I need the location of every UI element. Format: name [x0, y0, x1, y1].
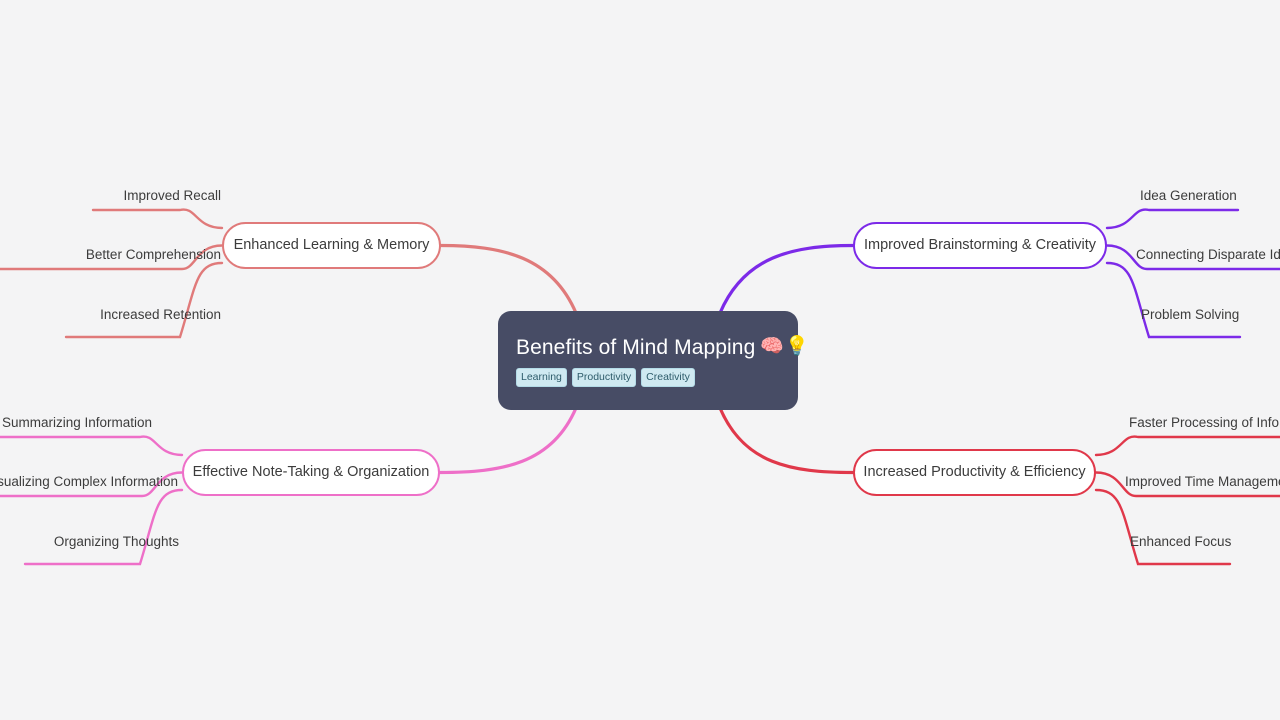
brain-lightbulb-icon: 🧠💡: [760, 335, 810, 357]
root-tag[interactable]: Creativity: [641, 367, 695, 388]
leaf-node-effective-note-taking-organization-1[interactable]: Visualizing Complex Information: [0, 470, 178, 488]
connector-line: [1105, 261, 1242, 339]
leaf-label: Improved Time Management: [1125, 473, 1280, 489]
mindmap-canvas: Benefits of Mind Mapping 🧠💡 Learning Produc…: [0, 0, 1280, 720]
connector-line: [1094, 488, 1232, 566]
leaf-node-enhanced-learning-memory-2[interactable]: Increased Retention: [68, 303, 221, 321]
connector-line: [1105, 208, 1240, 230]
leaf-node-improved-brainstorming-creativity-2[interactable]: Problem Solving: [1141, 303, 1280, 321]
branch-node-enhanced-learning-memory[interactable]: Enhanced Learning & Memory: [222, 222, 441, 269]
branch-label: Effective Note-Taking & Organization: [192, 464, 430, 481]
leaf-label: Summarizing Information: [1, 414, 152, 430]
branch-node-effective-note-taking-organization[interactable]: Effective Note-Taking & Organization: [182, 449, 440, 496]
leaf-node-enhanced-learning-memory-1[interactable]: Better Comprehension: [55, 243, 221, 261]
root-title-text: Benefits of Mind Mapping: [516, 335, 756, 359]
leaf-node-effective-note-taking-organization-2[interactable]: Organizing Thoughts: [27, 530, 179, 548]
connector-line: [0, 435, 184, 457]
connector-line: [718, 406, 855, 475]
leaf-label: Better Comprehension: [85, 246, 221, 262]
leaf-node-increased-productivity-efficiency-1[interactable]: Improved Time Management: [1125, 470, 1280, 488]
leaf-label: Problem Solving: [1141, 306, 1240, 322]
root-tag-list: Learning Productivity Creativity: [516, 367, 695, 388]
leaf-label: Visualizing Complex Information: [0, 473, 178, 489]
leaf-label: Connecting Disparate Ideas: [1136, 246, 1280, 262]
connector-line: [438, 406, 578, 475]
leaf-node-enhanced-learning-memory-0[interactable]: Improved Recall: [93, 184, 221, 202]
leaf-node-increased-productivity-efficiency-2[interactable]: Enhanced Focus: [1130, 530, 1280, 548]
leaf-node-improved-brainstorming-creativity-1[interactable]: Connecting Disparate Ideas: [1136, 243, 1280, 261]
leaf-label: Organizing Thoughts: [53, 533, 179, 549]
branch-label: Improved Brainstorming & Creativity: [863, 237, 1097, 254]
root-node[interactable]: Benefits of Mind Mapping 🧠💡 Learning Produc…: [498, 311, 809, 410]
leaf-label: Enhanced Focus: [1130, 533, 1232, 549]
leaf-node-improved-brainstorming-creativity-0[interactable]: Idea Generation: [1140, 184, 1280, 202]
connector-line: [23, 488, 184, 566]
leaf-label: Improved Recall: [123, 187, 221, 203]
leaf-label: Increased Retention: [100, 306, 221, 322]
connector-line: [439, 243, 578, 315]
leaf-node-effective-note-taking-organization-0[interactable]: Summarizing Information: [0, 411, 152, 429]
branch-label: Enhanced Learning & Memory: [233, 237, 430, 254]
connector-line: [91, 208, 224, 230]
leaf-label: Faster Processing of Information: [1129, 414, 1280, 430]
branch-label: Increased Productivity & Efficiency: [863, 464, 1086, 481]
root-tag[interactable]: Learning: [516, 367, 567, 388]
leaf-label: Idea Generation: [1140, 187, 1237, 203]
connector-line: [1094, 435, 1280, 457]
branch-node-increased-productivity-efficiency[interactable]: Increased Productivity & Efficiency: [853, 449, 1096, 496]
connector-line: [718, 243, 855, 315]
connector-line: [64, 261, 224, 339]
leaf-node-increased-productivity-efficiency-0[interactable]: Faster Processing of Information: [1129, 411, 1280, 429]
branch-node-improved-brainstorming-creativity[interactable]: Improved Brainstorming & Creativity: [853, 222, 1107, 269]
root-tag[interactable]: Productivity: [571, 367, 637, 388]
root-title: Benefits of Mind Mapping 🧠💡: [516, 336, 810, 359]
